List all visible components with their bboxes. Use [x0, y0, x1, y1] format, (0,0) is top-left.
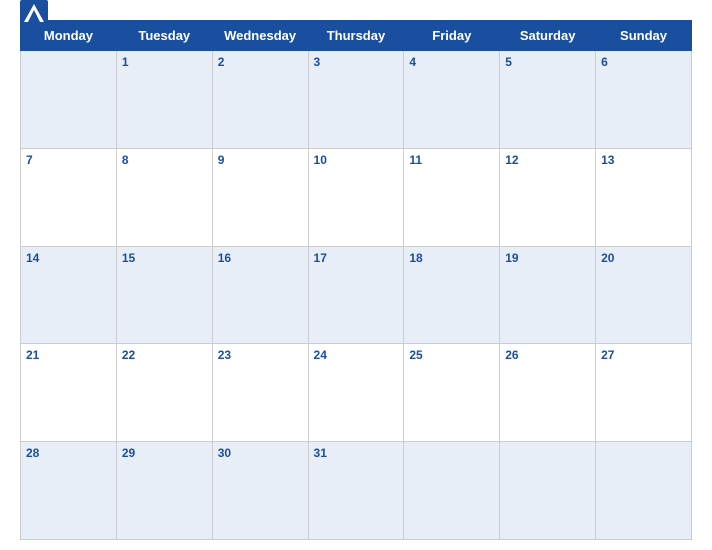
logo-icon: [20, 0, 48, 28]
day-number: 19: [505, 251, 518, 265]
calendar-cell: 14: [21, 246, 117, 344]
calendar-cell: 13: [596, 148, 692, 246]
day-number: 9: [218, 153, 225, 167]
calendar-cell: [500, 442, 596, 540]
calendar-cell: 17: [308, 246, 404, 344]
calendar-cell: 23: [212, 344, 308, 442]
calendar-cell: 5: [500, 51, 596, 149]
calendar-cell: 4: [404, 51, 500, 149]
day-number: 25: [409, 348, 422, 362]
calendar-cell: 3: [308, 51, 404, 149]
calendar-cell: 12: [500, 148, 596, 246]
day-number: 11: [409, 153, 422, 167]
weekday-header-tuesday: Tuesday: [116, 21, 212, 51]
calendar-week-2: 7 8 9 10 11 12 13: [21, 148, 692, 246]
weekday-header-saturday: Saturday: [500, 21, 596, 51]
calendar-cell: 2: [212, 51, 308, 149]
calendar-cell: [596, 442, 692, 540]
calendar-cell: 18: [404, 246, 500, 344]
calendar-table: MondayTuesdayWednesdayThursdayFridaySatu…: [20, 20, 692, 540]
weekday-header-wednesday: Wednesday: [212, 21, 308, 51]
calendar-week-4: 21 22 23 24 25 26 27: [21, 344, 692, 442]
day-number: 23: [218, 348, 231, 362]
calendar-cell: 16: [212, 246, 308, 344]
calendar-cell: 27: [596, 344, 692, 442]
day-number: 13: [601, 153, 614, 167]
calendar-cell: 30: [212, 442, 308, 540]
calendar-cell: 15: [116, 246, 212, 344]
calendar-cell: 31: [308, 442, 404, 540]
calendar-cell: 8: [116, 148, 212, 246]
calendar-cell: 1: [116, 51, 212, 149]
day-number: 15: [122, 251, 135, 265]
calendar-cell: 7: [21, 148, 117, 246]
day-number: 27: [601, 348, 614, 362]
calendar-week-5: 28 29 30 31: [21, 442, 692, 540]
calendar-cell: 9: [212, 148, 308, 246]
weekday-row: MondayTuesdayWednesdayThursdayFridaySatu…: [21, 21, 692, 51]
calendar-cell: 26: [500, 344, 596, 442]
day-number: 28: [26, 446, 39, 460]
calendar-cell: 24: [308, 344, 404, 442]
day-number: 12: [505, 153, 518, 167]
calendar-cell: 19: [500, 246, 596, 344]
day-number: 2: [218, 55, 225, 69]
weekday-header-sunday: Sunday: [596, 21, 692, 51]
day-number: 6: [601, 55, 608, 69]
day-number: 31: [314, 446, 327, 460]
calendar-cell: 22: [116, 344, 212, 442]
logo: [20, 0, 50, 28]
day-number: 26: [505, 348, 518, 362]
calendar-cell: [21, 51, 117, 149]
calendar-body: 1234567891011121314151617181920212223242…: [21, 51, 692, 540]
day-number: 18: [409, 251, 422, 265]
calendar-week-3: 14 15 16 17 18 19 20: [21, 246, 692, 344]
calendar-week-1: 1 2 3 4 5 6: [21, 51, 692, 149]
calendar-cell: 28: [21, 442, 117, 540]
calendar-cell: 11: [404, 148, 500, 246]
day-number: 5: [505, 55, 512, 69]
calendar-cell: 6: [596, 51, 692, 149]
day-number: 1: [122, 55, 129, 69]
day-number: 29: [122, 446, 135, 460]
day-number: 14: [26, 251, 39, 265]
day-number: 4: [409, 55, 416, 69]
calendar-cell: 10: [308, 148, 404, 246]
day-number: 7: [26, 153, 33, 167]
calendar-cell: 20: [596, 246, 692, 344]
calendar-header-row: MondayTuesdayWednesdayThursdayFridaySatu…: [21, 21, 692, 51]
weekday-header-thursday: Thursday: [308, 21, 404, 51]
calendar-cell: 25: [404, 344, 500, 442]
day-number: 20: [601, 251, 614, 265]
weekday-header-friday: Friday: [404, 21, 500, 51]
calendar-cell: 21: [21, 344, 117, 442]
day-number: 3: [314, 55, 321, 69]
calendar-cell: 29: [116, 442, 212, 540]
day-number: 8: [122, 153, 129, 167]
day-number: 22: [122, 348, 135, 362]
day-number: 10: [314, 153, 327, 167]
day-number: 30: [218, 446, 231, 460]
day-number: 16: [218, 251, 231, 265]
day-number: 24: [314, 348, 327, 362]
day-number: 17: [314, 251, 327, 265]
calendar-cell: [404, 442, 500, 540]
day-number: 21: [26, 348, 39, 362]
